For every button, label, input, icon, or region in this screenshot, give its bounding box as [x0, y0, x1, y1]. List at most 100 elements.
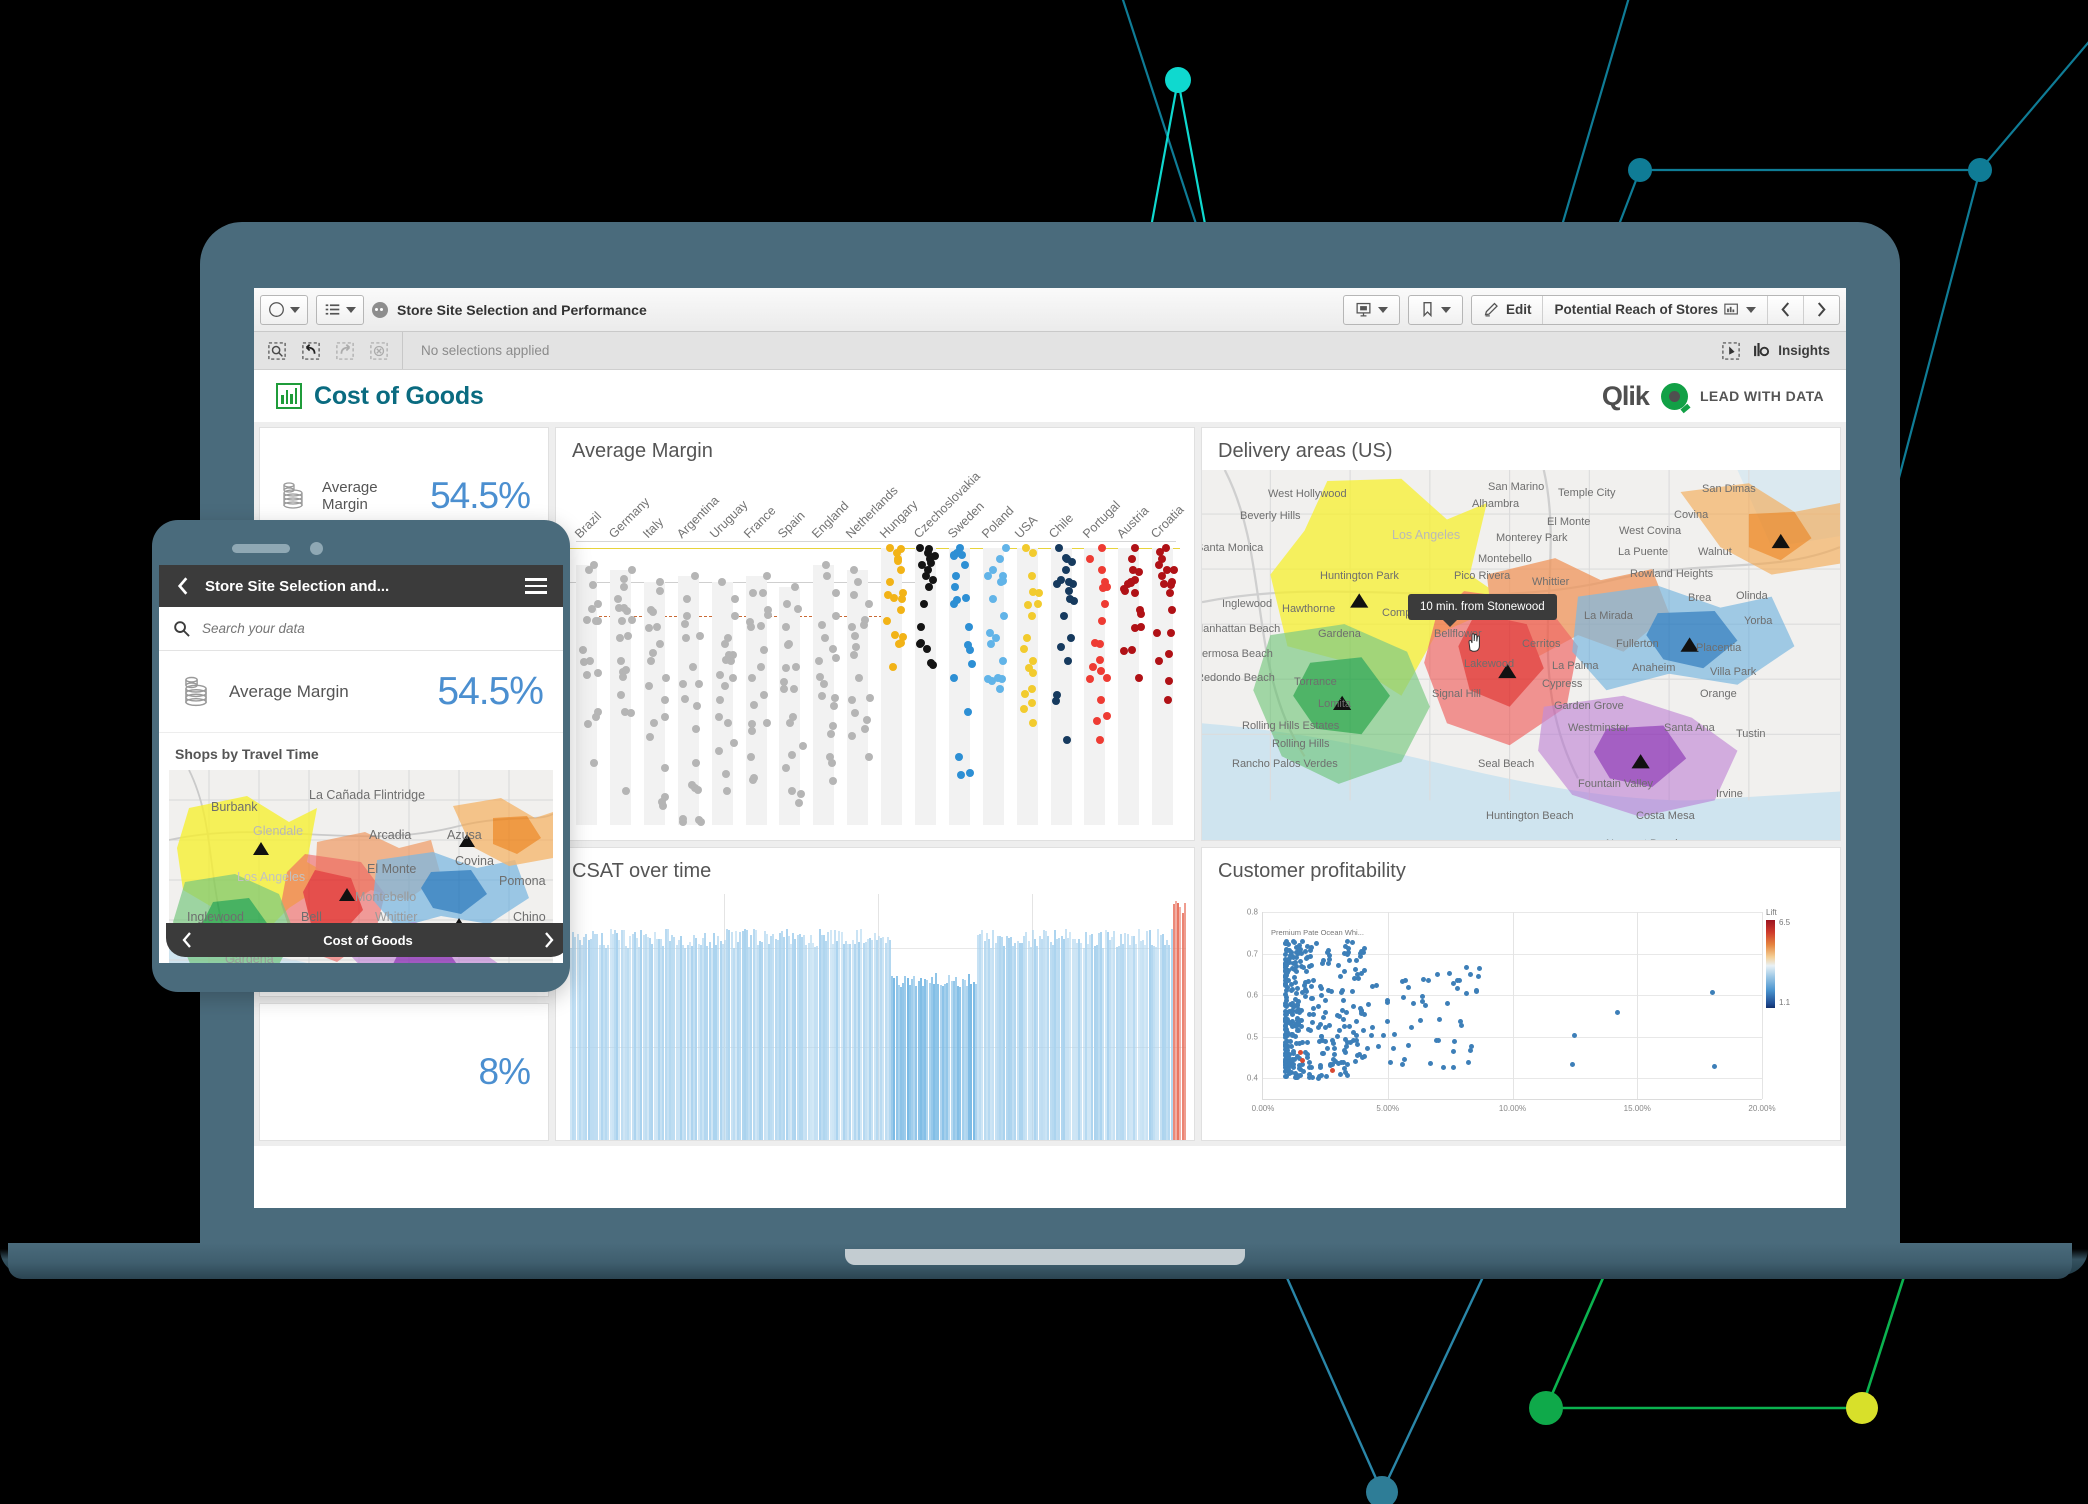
- data-point[interactable]: [1098, 583, 1107, 592]
- data-point[interactable]: [1476, 973, 1482, 979]
- data-point[interactable]: [1369, 983, 1375, 989]
- data-point[interactable]: [579, 645, 588, 654]
- data-point[interactable]: [1167, 628, 1176, 637]
- data-point[interactable]: [1427, 1061, 1433, 1067]
- data-point[interactable]: [963, 707, 972, 716]
- data-point[interactable]: [683, 594, 692, 603]
- data-point[interactable]: [1354, 1019, 1360, 1025]
- data-point[interactable]: [1337, 973, 1343, 979]
- data-point[interactable]: [1287, 1038, 1293, 1044]
- data-point[interactable]: [721, 639, 730, 648]
- data-point[interactable]: [830, 702, 839, 711]
- data-point[interactable]: [1333, 1058, 1339, 1064]
- data-point[interactable]: [1391, 1045, 1397, 1051]
- data-point[interactable]: [1304, 1039, 1310, 1045]
- data-point[interactable]: [860, 724, 869, 733]
- data-point[interactable]: [1019, 644, 1028, 653]
- data-point[interactable]: [1316, 1075, 1322, 1081]
- phone-search-row[interactable]: [159, 607, 563, 651]
- data-point[interactable]: [1362, 967, 1368, 973]
- data-point[interactable]: [620, 574, 629, 583]
- data-point[interactable]: [863, 716, 872, 725]
- data-point[interactable]: [627, 615, 636, 624]
- data-point[interactable]: [747, 719, 756, 728]
- data-point[interactable]: [1368, 1033, 1374, 1039]
- data-point[interactable]: [1444, 1000, 1450, 1006]
- data-point[interactable]: [1293, 968, 1299, 974]
- data-point[interactable]: [1069, 596, 1078, 605]
- data-point[interactable]: [851, 631, 860, 640]
- data-point[interactable]: [820, 679, 829, 688]
- storytelling-button[interactable]: [1344, 296, 1399, 324]
- data-point[interactable]: [721, 770, 730, 779]
- data-point[interactable]: [661, 673, 670, 682]
- data-point[interactable]: [1353, 1058, 1359, 1064]
- sheets-menu-button[interactable]: [316, 294, 364, 325]
- data-point[interactable]: [1102, 674, 1111, 683]
- data-point[interactable]: [626, 709, 635, 718]
- data-point[interactable]: [820, 634, 829, 643]
- data-point[interactable]: [1166, 581, 1175, 590]
- data-point[interactable]: [1309, 1020, 1315, 1026]
- data-point[interactable]: [1375, 1043, 1381, 1049]
- chevron-right-icon[interactable]: [542, 931, 556, 949]
- data-point[interactable]: [1293, 980, 1299, 986]
- data-point[interactable]: [1027, 571, 1036, 580]
- data-point[interactable]: [950, 551, 959, 560]
- data-point[interactable]: [781, 663, 790, 672]
- data-point[interactable]: [785, 718, 794, 727]
- data-point[interactable]: [1465, 1059, 1471, 1065]
- data-point[interactable]: [853, 577, 862, 586]
- data-point[interactable]: [882, 617, 891, 626]
- data-point[interactable]: [1305, 943, 1311, 949]
- data-point[interactable]: [1358, 1010, 1364, 1016]
- data-point[interactable]: [1417, 1017, 1423, 1023]
- data-point[interactable]: [1095, 736, 1104, 745]
- data-point[interactable]: [1134, 567, 1143, 576]
- data-point[interactable]: [850, 590, 859, 599]
- data-point[interactable]: [968, 660, 977, 669]
- data-point[interactable]: [1317, 1062, 1323, 1068]
- data-point[interactable]: [1300, 1057, 1306, 1063]
- data-point[interactable]: [691, 758, 700, 767]
- data-point[interactable]: [1349, 989, 1355, 995]
- data-point[interactable]: [950, 583, 959, 592]
- data-point[interactable]: [1130, 623, 1139, 632]
- data-point[interactable]: [1339, 988, 1345, 994]
- data-point[interactable]: [1454, 986, 1460, 992]
- data-point[interactable]: [1295, 1075, 1301, 1081]
- data-point[interactable]: [730, 611, 739, 620]
- data-point[interactable]: [1410, 1001, 1416, 1007]
- data-point[interactable]: [1435, 971, 1441, 977]
- data-point[interactable]: [749, 700, 758, 709]
- prev-sheet-button[interactable]: [1767, 295, 1803, 324]
- data-point[interactable]: [1463, 990, 1469, 996]
- data-point[interactable]: [1085, 554, 1094, 563]
- data-point[interactable]: [653, 622, 662, 631]
- data-point[interactable]: [1408, 1025, 1414, 1031]
- data-point[interactable]: [648, 607, 657, 616]
- data-point[interactable]: [1297, 1062, 1303, 1068]
- data-point[interactable]: [695, 631, 704, 640]
- data-point[interactable]: [999, 656, 1008, 665]
- data-point[interactable]: [781, 764, 790, 773]
- selection-search-icon[interactable]: [268, 341, 286, 360]
- data-point[interactable]: [694, 785, 703, 794]
- data-point[interactable]: [680, 695, 689, 704]
- data-point[interactable]: [794, 605, 803, 614]
- data-point[interactable]: [1297, 958, 1303, 964]
- data-point[interactable]: [798, 741, 807, 750]
- data-point[interactable]: [1451, 1064, 1457, 1070]
- data-point[interactable]: [1406, 1043, 1412, 1049]
- data-point[interactable]: [1318, 1033, 1324, 1039]
- data-point[interactable]: [1399, 1061, 1405, 1067]
- data-point[interactable]: [1391, 1032, 1397, 1038]
- data-point[interactable]: [1325, 1045, 1331, 1051]
- data-point[interactable]: [1287, 952, 1293, 958]
- data-point[interactable]: [787, 750, 796, 759]
- data-point[interactable]: [1292, 974, 1298, 980]
- data-point[interactable]: [1344, 1062, 1350, 1068]
- data-point[interactable]: [1321, 958, 1327, 964]
- csat-bar[interactable]: [1183, 903, 1186, 1140]
- data-point[interactable]: [1296, 1027, 1302, 1033]
